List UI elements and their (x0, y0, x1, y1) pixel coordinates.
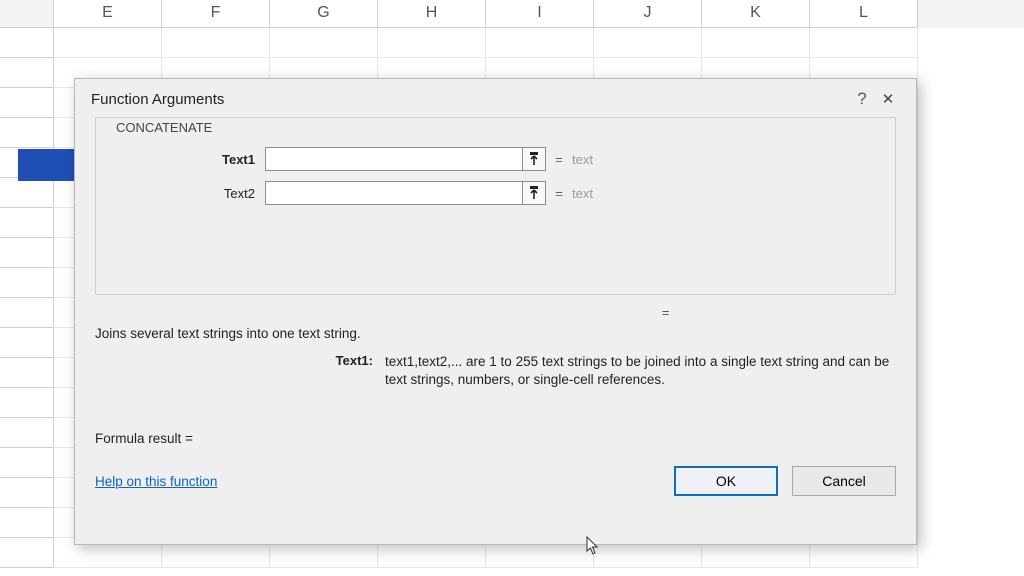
column-header[interactable]: K (702, 0, 810, 28)
help-on-function-link[interactable]: Help on this function (95, 474, 217, 489)
column-header-row: E F G H I J K L (0, 0, 1024, 28)
argument-row: Text2 = text (110, 181, 881, 205)
column-header[interactable]: E (54, 0, 162, 28)
text2-input[interactable] (265, 181, 523, 205)
function-description: Joins several text strings into one text… (95, 326, 896, 341)
argument-help-text: text1,text2,... are 1 to 255 text string… (385, 353, 896, 389)
header-gutter (0, 0, 54, 28)
function-name-label: CONCATENATE (110, 120, 218, 135)
formula-result-label: Formula result = (95, 431, 896, 446)
text1-input[interactable] (265, 147, 523, 171)
argument-help: Text1: text1,text2,... are 1 to 255 text… (95, 353, 896, 389)
dialog-titlebar[interactable]: Function Arguments ? ✕ (75, 79, 916, 113)
function-arguments-dialog: Function Arguments ? ✕ CONCATENATE Text1… (74, 78, 917, 545)
column-header[interactable]: J (594, 0, 702, 28)
equals-sign: = (546, 152, 572, 167)
argument-preview: text (572, 152, 593, 167)
argument-label: Text2 (110, 186, 265, 201)
dialog-help-button[interactable]: ? (850, 89, 874, 109)
equals-sign: = (546, 186, 572, 201)
column-header[interactable]: H (378, 0, 486, 28)
cancel-button[interactable]: Cancel (792, 466, 896, 496)
dialog-title: Function Arguments (91, 91, 224, 108)
column-header[interactable]: G (270, 0, 378, 28)
selected-row-header[interactable] (0, 88, 54, 118)
argument-label: Text1 (110, 152, 265, 167)
argument-row: Text1 = text (110, 147, 881, 171)
collapse-dialog-icon (528, 186, 540, 200)
argument-preview: text (572, 186, 593, 201)
result-equals: = (95, 305, 896, 320)
column-header[interactable]: L (810, 0, 918, 28)
table-row (0, 28, 1024, 58)
collapse-dialog-icon (528, 152, 540, 166)
arguments-groupbox: CONCATENATE Text1 = text Text2 = text (95, 117, 896, 295)
column-header[interactable]: I (486, 0, 594, 28)
range-selector-button[interactable] (522, 147, 546, 171)
column-header[interactable]: F (162, 0, 270, 28)
range-selector-button[interactable] (522, 181, 546, 205)
dialog-close-button[interactable]: ✕ (874, 90, 902, 108)
argument-help-label: Text1: (95, 353, 385, 389)
ok-button[interactable]: OK (674, 466, 778, 496)
